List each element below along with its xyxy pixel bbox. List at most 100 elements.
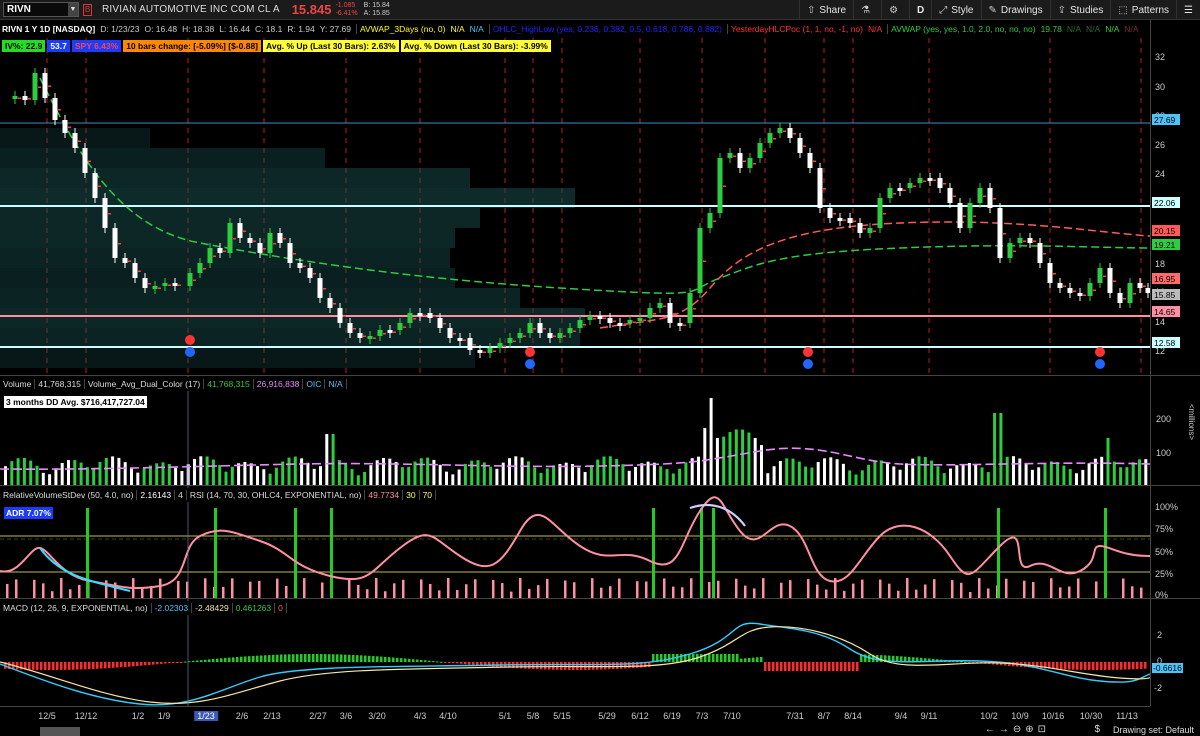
macd-title[interactable]: MACD (12, 26, 9, EXPONENTIAL, no) [0,603,152,613]
dollar-icon[interactable]: $ [1094,724,1100,735]
macd-histogram-bar [196,660,199,662]
macd-chart-svg[interactable] [0,599,1150,707]
macd-histogram-bar [836,662,839,671]
price-tick: 18 [1155,259,1165,269]
volume-bar [300,458,304,486]
zoom-in-icon[interactable]: ⊕ [1025,724,1037,735]
relvol-bar [447,578,450,598]
volume-bar [936,466,940,486]
symbol-selector[interactable]: RIVN ▼ [3,2,79,17]
candle-body [277,233,283,243]
relvol-bar [861,579,864,598]
style-button[interactable]: ⤢ Style [931,0,980,20]
time-label: 2/13 [263,711,281,721]
price-chart-svg[interactable] [0,38,1150,375]
volume-pane[interactable]: Volume 41,768,315 Volume_Avg_Dual_Color … [0,375,1150,486]
zoom-out-icon[interactable]: ⊖ [1013,724,1025,735]
time-label: 12/12 [74,711,98,721]
reset-icon[interactable]: ⊡ [1038,724,1050,735]
relvol-bar [501,583,504,598]
menu-button[interactable]: ☰ [1176,0,1200,20]
volume-bar [117,457,121,486]
rsi-chart-svg[interactable] [0,486,1150,599]
studies-button[interactable]: ⇪ Studies [1049,0,1111,20]
drawings-button[interactable]: ✎ Drawings [980,0,1050,20]
right-arrow-icon[interactable]: → [999,724,1013,735]
share-button[interactable]: ⇧ Share [799,0,853,20]
candle-body [437,318,443,328]
macd-histogram-bar [216,658,219,662]
volume-bar [180,470,184,486]
macd-histogram-bar [172,662,175,663]
relvol-bar [285,585,288,598]
drawing-set-label[interactable]: Drawing set: Default [1113,725,1194,735]
candle-body [1097,268,1103,283]
macd-histogram-bar [1056,662,1059,670]
volume-bar [867,464,871,486]
price-axis[interactable]: 323028262422201816141227.6922.0620.1519.… [1150,20,1200,375]
volume-avg-title[interactable]: Volume_Avg_Dual_Color (17) [85,379,205,389]
macd-pane[interactable]: MACD (12, 26, 9, EXPONENTIAL, no) -2.023… [0,598,1150,707]
macd-histogram-bar [236,657,239,662]
bar-range: R: 1.94 [287,24,315,34]
scrollbar[interactable] [40,727,80,736]
macd-histogram-bar [44,662,47,670]
relvol-bar [249,581,252,598]
macd-histogram-bar [416,659,419,662]
volume-bar [1018,458,1022,486]
rsi-pane[interactable]: RelativeVolumeStDev (50, 4.0, no) 2.1614… [0,485,1150,599]
flask-button[interactable]: ⚗ [853,0,881,20]
volume-chart-svg[interactable] [0,376,1150,486]
rsi-axis[interactable]: 100% 75% 50% 25% 0% [1150,485,1200,600]
price-pane[interactable]: IV%: 22.9 53.7 SPY 6.43% 10 bars change:… [0,38,1150,375]
macd-histogram-bar [100,662,103,669]
candle-marker [913,185,916,187]
study-ohlc-highlow[interactable]: OHLC_HighLow (yes, 0.236, 0.382, 0.5, 0.… [488,24,722,34]
candle-body [1047,263,1053,283]
macd-histogram-bar [664,654,667,662]
relvol-bar [951,580,954,598]
volume-axis[interactable]: 200 100 <millions> [1150,375,1200,485]
volume-bar [791,458,795,486]
volume-bar [967,463,971,486]
candle-body [687,293,693,323]
candle-marker [813,160,816,162]
macd-histogram-bar [244,656,247,662]
patterns-button[interactable]: ⬚ Patterns [1110,0,1176,20]
left-arrow-icon[interactable]: ← [985,724,999,735]
period-button[interactable]: D [909,0,931,20]
nav-icons[interactable]: ←→⊖⊕⊡ [985,724,1050,735]
relvol-spike-bar [294,508,297,598]
candle-body [1127,283,1133,303]
candle-body [717,158,723,213]
oic-title[interactable]: OIC [303,379,326,389]
candle-marker [603,317,606,319]
study-avwap[interactable]: AVWAP (yes, yes, 1.0, 2.0, no, no, no) [887,24,1036,34]
time-axis[interactable]: 12/5 12/12 1/2 1/9 1/23 2/6 2/13 2/27 3/6 3/20 4/3… [0,706,1150,736]
alert-icon[interactable]: B [83,3,92,16]
macd-axis[interactable]: 2 0 -2 -0.6616 [1150,598,1200,706]
candle-body [787,128,793,138]
settings-button[interactable]: ⚙ [881,0,909,20]
candle-body [42,73,48,98]
relvol-bar [960,582,963,598]
candle-marker [493,350,496,352]
chevron-down-icon[interactable]: ▼ [68,3,78,16]
macd-histogram-bar [560,662,563,670]
candle-marker [833,213,836,215]
macd-histogram-bar [300,654,303,662]
macd-histogram-bar [64,662,67,670]
volume-bar [898,469,902,486]
relvol-bar [537,585,540,598]
rsi-title[interactable]: RSI (14, 70, 30, OHLC4, EXPONENTIAL, no) [187,490,366,500]
macd-histogram-bar [1072,662,1075,670]
study-yesterday[interactable]: YesterdayHLCPoc (1, 1, no, -1, no) [727,24,863,34]
relvol-title[interactable]: RelativeVolumeStDev (50, 4.0, no) [0,490,138,500]
candle-body [52,98,58,120]
study-avwap3[interactable]: AVWAP_3Days (no, 0) [355,24,445,34]
volume-bar [319,466,322,486]
candle-body [72,133,78,148]
volume-bar [363,472,367,486]
macd-histogram-bar [376,656,379,662]
macd-histogram-bar [336,654,339,662]
